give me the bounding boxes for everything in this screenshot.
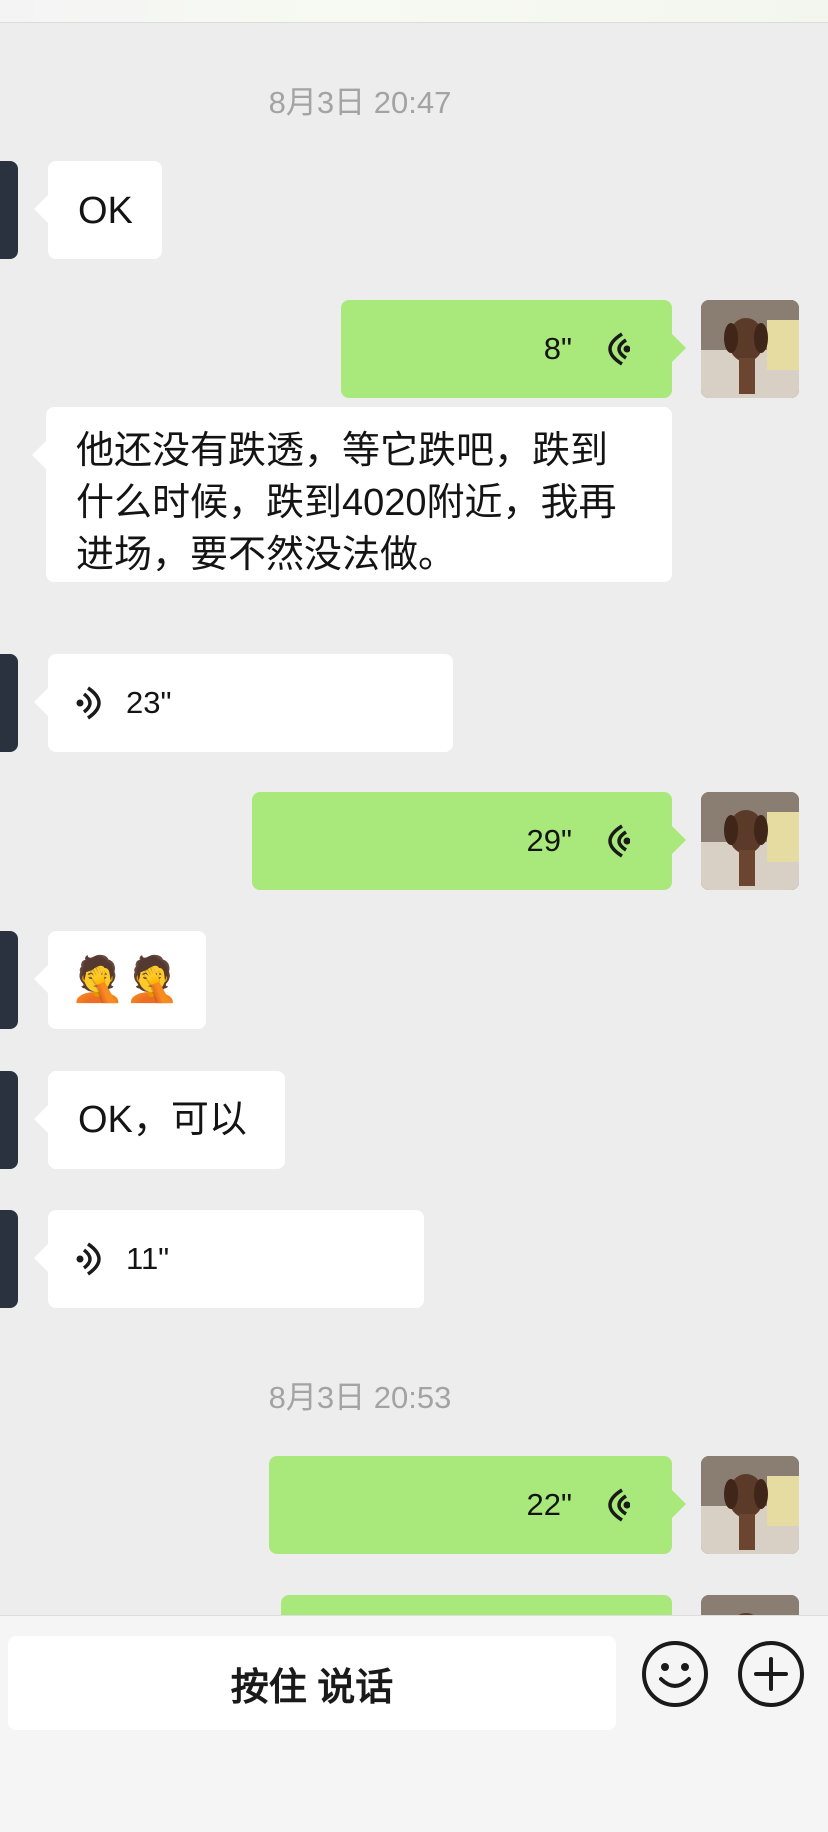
plus-icon: [754, 1657, 788, 1691]
contact-avatar[interactable]: [0, 161, 18, 259]
incoming-voice-message[interactable]: 23": [34, 654, 453, 752]
my-avatar[interactable]: [701, 792, 799, 890]
outgoing-message-partial[interactable]: [281, 1595, 672, 1615]
voice-wave-icon: [76, 1242, 101, 1276]
my-avatar[interactable]: [701, 1595, 799, 1615]
incoming-message[interactable]: OK: [34, 161, 162, 259]
timestamp: 8月3日 20:53: [268, 1380, 452, 1415]
voice-transcription[interactable]: 他还没有跌透，等它跌吧，跌到什么时候，跌到4020附近，我再进场，要不然没法做。: [32, 407, 672, 582]
my-avatar[interactable]: [701, 1456, 799, 1554]
voice-wave-icon: [608, 1488, 630, 1522]
outgoing-voice-message[interactable]: 8": [341, 300, 686, 398]
incoming-voice-message[interactable]: 11": [34, 1210, 424, 1308]
hold-to-talk-button[interactable]: 按住 说话: [8, 1636, 616, 1730]
my-avatar[interactable]: [701, 300, 799, 398]
incoming-message[interactable]: OK，可以: [34, 1071, 285, 1169]
emoji-button[interactable]: [642, 1641, 708, 1707]
timestamp: 8月3日 20:47: [268, 85, 452, 120]
contact-avatar[interactable]: [0, 1210, 18, 1308]
dog-avatar-image: [701, 1595, 799, 1615]
contact-avatar[interactable]: [0, 931, 18, 1029]
voice-duration: 22": [526, 1487, 573, 1522]
incoming-emoji-message[interactable]: 🤦🤦: [34, 931, 206, 1029]
voice-wave-icon: [608, 332, 630, 366]
voice-wave-icon: [608, 824, 630, 858]
dog-avatar-image: [701, 300, 799, 398]
facepalm-emoji: 🤦🤦: [70, 955, 180, 1004]
input-bar: 按住 说话: [0, 1615, 828, 1832]
chat-area[interactable]: 8月3日 20:47 OK 8" 他还没有跌透，等它跌吧，跌到什么时候，跌到40: [0, 23, 828, 1615]
dog-avatar-image: [701, 792, 799, 890]
dog-avatar-image: [701, 1456, 799, 1554]
status-bar: [0, 0, 828, 23]
voice-wave-icon: [76, 686, 101, 720]
contact-avatar[interactable]: [0, 654, 18, 752]
outgoing-voice-message[interactable]: 22": [269, 1456, 686, 1554]
message-text: OK，可以: [78, 1099, 247, 1141]
contact-avatar[interactable]: [0, 1071, 18, 1169]
message-text: OK: [78, 190, 133, 232]
voice-duration: 29": [526, 823, 573, 858]
transcription-text: 他还没有跌透，等它跌吧，跌到什么时候，跌到4020附近，我再进场，要不然没法做。: [76, 430, 617, 576]
outgoing-voice-message[interactable]: 29": [252, 792, 686, 890]
smiley-icon: [659, 1663, 691, 1688]
more-button[interactable]: [738, 1641, 804, 1707]
voice-duration: 8": [543, 331, 572, 366]
voice-duration: 11": [126, 1241, 170, 1276]
voice-duration: 23": [126, 685, 172, 720]
